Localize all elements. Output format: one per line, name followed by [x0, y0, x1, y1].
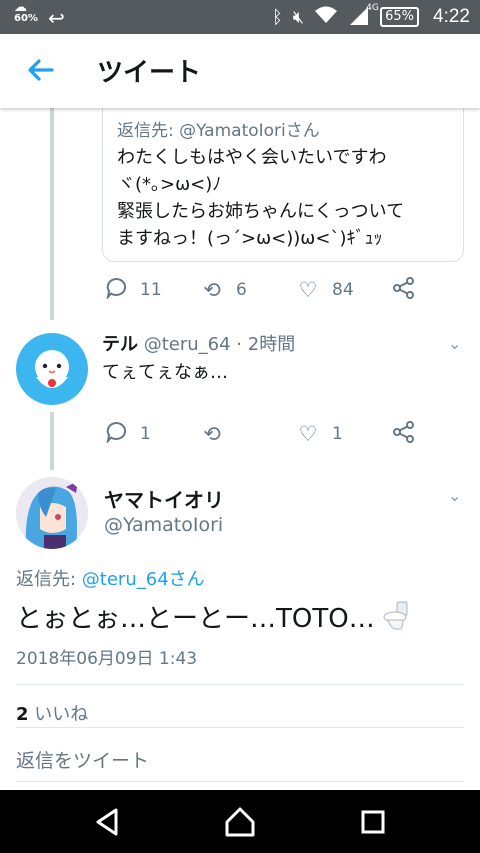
- mention-link[interactable]: @teru_64さん: [82, 569, 205, 590]
- retweet-icon: ⟲: [203, 278, 221, 302]
- divider: [16, 684, 464, 685]
- mute-icon: 🔇︎: [292, 6, 305, 28]
- nav-home-button[interactable]: [222, 804, 258, 840]
- text-line: ヾ(*｡>ω<)ﾉ: [117, 174, 222, 195]
- chevron-down-icon[interactable]: ⌄: [448, 334, 461, 353]
- retweet-icon: ⟲: [203, 422, 221, 446]
- share-icon: [390, 276, 418, 304]
- user-name[interactable]: ヤマトイオリ: [104, 484, 224, 513]
- share-button[interactable]: [390, 419, 430, 449]
- page-title: ツイート: [97, 58, 202, 88]
- tweet-timestamp: 2018年06月09日 1:43: [16, 649, 198, 669]
- tweet-text: とぉとぉ…とーとー…TOTO…: [16, 598, 409, 635]
- network-type: 4G: [366, 2, 379, 13]
- tweet-actions: 11 ⟲ 6 ♡ 84: [102, 275, 432, 305]
- status-right: ᛒ 🔇︎ 4G 65% 4:22: [272, 0, 470, 34]
- cell-signal-icon: 4G: [348, 3, 379, 30]
- reply-to-label: 返信先: @YamatoIoriさん: [117, 121, 320, 141]
- reply-to-label: 返信先: @teru_64さん: [16, 565, 205, 591]
- nav-back-button[interactable]: [90, 804, 126, 840]
- reply-icon: [102, 277, 130, 304]
- reply-button[interactable]: 1: [102, 419, 198, 449]
- reply-prefix: 返信先:: [16, 569, 82, 590]
- reply-input[interactable]: 返信をツイート: [16, 746, 149, 773]
- reply-count: 1: [140, 424, 151, 444]
- text-line: 緊張したらお姉ちゃんにくっついて: [117, 201, 405, 222]
- retweet-count: 6: [236, 280, 247, 300]
- like-count: 1: [332, 424, 343, 444]
- handle-time: @teru_64 · 2時間: [143, 334, 296, 355]
- divider: [16, 727, 464, 728]
- wifi-icon: [314, 6, 338, 29]
- weather-indicator: ☁ 60%: [14, 0, 38, 24]
- tweet-text-content: とぉとぉ…とーとー…TOTO…: [16, 604, 375, 634]
- text-line: わたくしもはやく会いたいですわ: [117, 147, 387, 168]
- cloud-icon: ☁: [14, 0, 27, 15]
- share-icon: [390, 420, 418, 448]
- avatar[interactable]: [16, 477, 88, 549]
- weather-temp: 60%: [14, 13, 38, 24]
- likes-label: いいね: [34, 704, 89, 725]
- user-name[interactable]: テル: [102, 334, 138, 355]
- status-left: ☁ 60% ↩: [14, 0, 94, 32]
- tweet-text: てぇてぇなぁ…: [102, 362, 228, 383]
- reply-arrow-icon: ↩: [48, 6, 65, 30]
- like-count: 84: [332, 280, 354, 300]
- bluetooth-icon: ᛒ: [271, 6, 283, 28]
- reply-count: 11: [140, 280, 162, 300]
- home-icon: [225, 807, 255, 837]
- share-button[interactable]: [390, 275, 430, 305]
- likes-count: 2: [16, 704, 29, 725]
- tweet-header: テル @teru_64 · 2時間: [102, 330, 295, 356]
- text-line: ますねっ！(っ´>ω<))ω<`)ｷﾞｭｯ: [117, 228, 383, 249]
- thread-line: [50, 412, 54, 470]
- heart-icon: ♡: [298, 278, 318, 302]
- back-arrow-icon: [28, 59, 54, 81]
- battery-indicator: 65%: [380, 7, 420, 27]
- like-button[interactable]: ♡ 84: [294, 275, 390, 305]
- navigation-bar: [0, 790, 480, 853]
- nav-recents-button[interactable]: [355, 804, 391, 840]
- clock: 4:22: [433, 6, 470, 27]
- like-button[interactable]: ♡ 1: [294, 419, 390, 449]
- user-handle[interactable]: @YamatoIori: [104, 514, 223, 536]
- reply-button[interactable]: 11: [102, 275, 198, 305]
- chevron-down-icon[interactable]: ⌄: [448, 486, 461, 505]
- quoted-tweet-card[interactable]: 返信先: @YamatoIoriさん わたくしもはやく会いたいですわ ヾ(*｡>…: [102, 96, 464, 262]
- quoted-tweet-text: わたくしもはやく会いたいですわ ヾ(*｡>ω<)ﾉ 緊張したらお姉ちゃんにくっつ…: [117, 144, 457, 252]
- back-button[interactable]: [24, 54, 56, 86]
- avatar[interactable]: [16, 333, 88, 405]
- divider: [16, 781, 464, 782]
- reply-icon: [102, 421, 130, 448]
- retweet-button[interactable]: ⟲ 6: [198, 275, 294, 305]
- likes-summary[interactable]: 2 いいね: [16, 700, 88, 726]
- heart-icon: ♡: [298, 422, 318, 446]
- square-recents-icon: [361, 810, 385, 834]
- status-bar: ☁ 60% ↩ ᛒ 🔇︎ 4G 65% 4:22: [0, 0, 480, 34]
- app-bar: ツイート: [0, 34, 480, 108]
- toilet-emoji-icon: [383, 601, 409, 631]
- tweet-actions: 1 ⟲ ♡ 1: [102, 419, 432, 449]
- retweet-button[interactable]: ⟲: [198, 419, 294, 449]
- thread-line: [50, 108, 54, 320]
- triangle-back-icon: [96, 808, 118, 836]
